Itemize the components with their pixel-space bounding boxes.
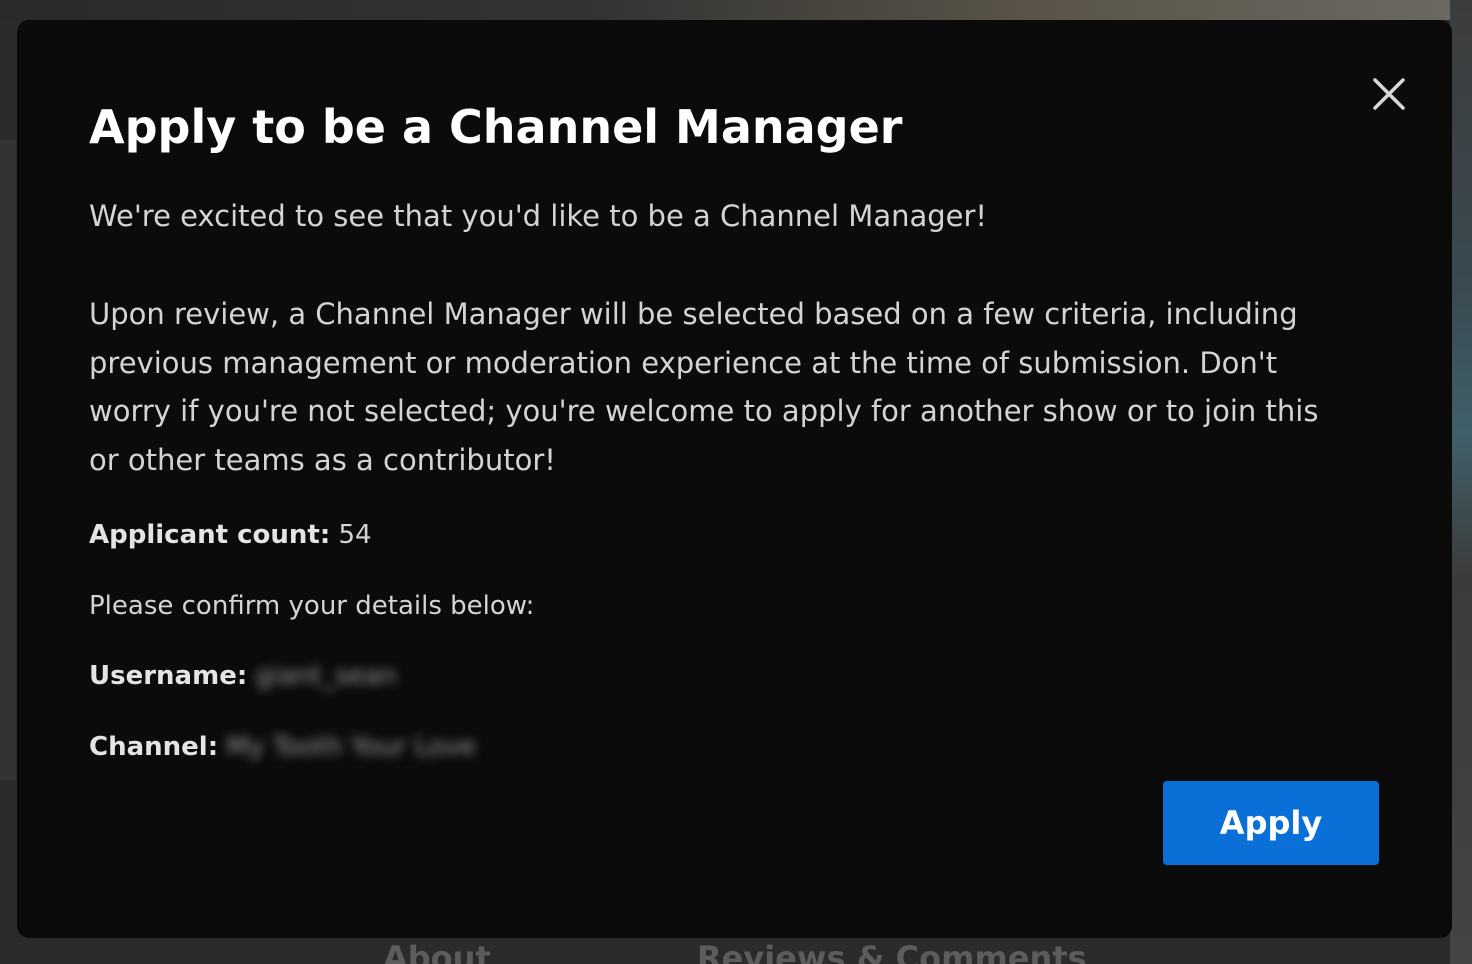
apply-button[interactable]: Apply: [1163, 781, 1379, 865]
background-hero-strip: [0, 0, 1472, 20]
applicant-count-value: 54: [338, 520, 372, 550]
tab-reviews-comments[interactable]: Reviews & Comments: [697, 938, 1087, 964]
confirm-details-text: Please confirm your details below:: [89, 591, 535, 621]
background-right-panel: [1450, 0, 1472, 964]
intro-text: We're excited to see that you'd like to …: [89, 199, 988, 233]
review-line: previous management or moderation experi…: [89, 345, 1278, 380]
review-line: or other teams as a contributor!: [89, 442, 556, 477]
username-label: Username:: [89, 661, 248, 691]
review-line: worry if you're not selected; you're wel…: [89, 394, 1319, 428]
background-tab-bar: About Reviews & Comments: [0, 938, 1472, 964]
channel-value: My Tooth Your Love: [226, 732, 476, 762]
username-value: giant_sean: [255, 661, 397, 691]
close-button[interactable]: [1369, 74, 1409, 114]
review-paragraph: Upon review, a Channel Manager will be s…: [89, 290, 1379, 484]
close-icon: [1373, 78, 1405, 110]
dialog-title: Apply to be a Channel Manager: [89, 100, 903, 154]
applicant-count-row: Applicant count: 54: [89, 517, 372, 553]
review-line: Upon review, a Channel Manager will be s…: [89, 297, 1298, 331]
tab-about[interactable]: About: [383, 938, 491, 964]
channel-label: Channel:: [89, 732, 219, 762]
username-row: Username: giant_sean: [89, 658, 397, 694]
channel-row: Channel: My Tooth Your Love: [89, 729, 476, 765]
background-left-edge: [0, 140, 16, 780]
channel-manager-dialog: Apply to be a Channel Manager We're exci…: [17, 20, 1452, 938]
applicant-count-label: Applicant count:: [89, 520, 331, 550]
